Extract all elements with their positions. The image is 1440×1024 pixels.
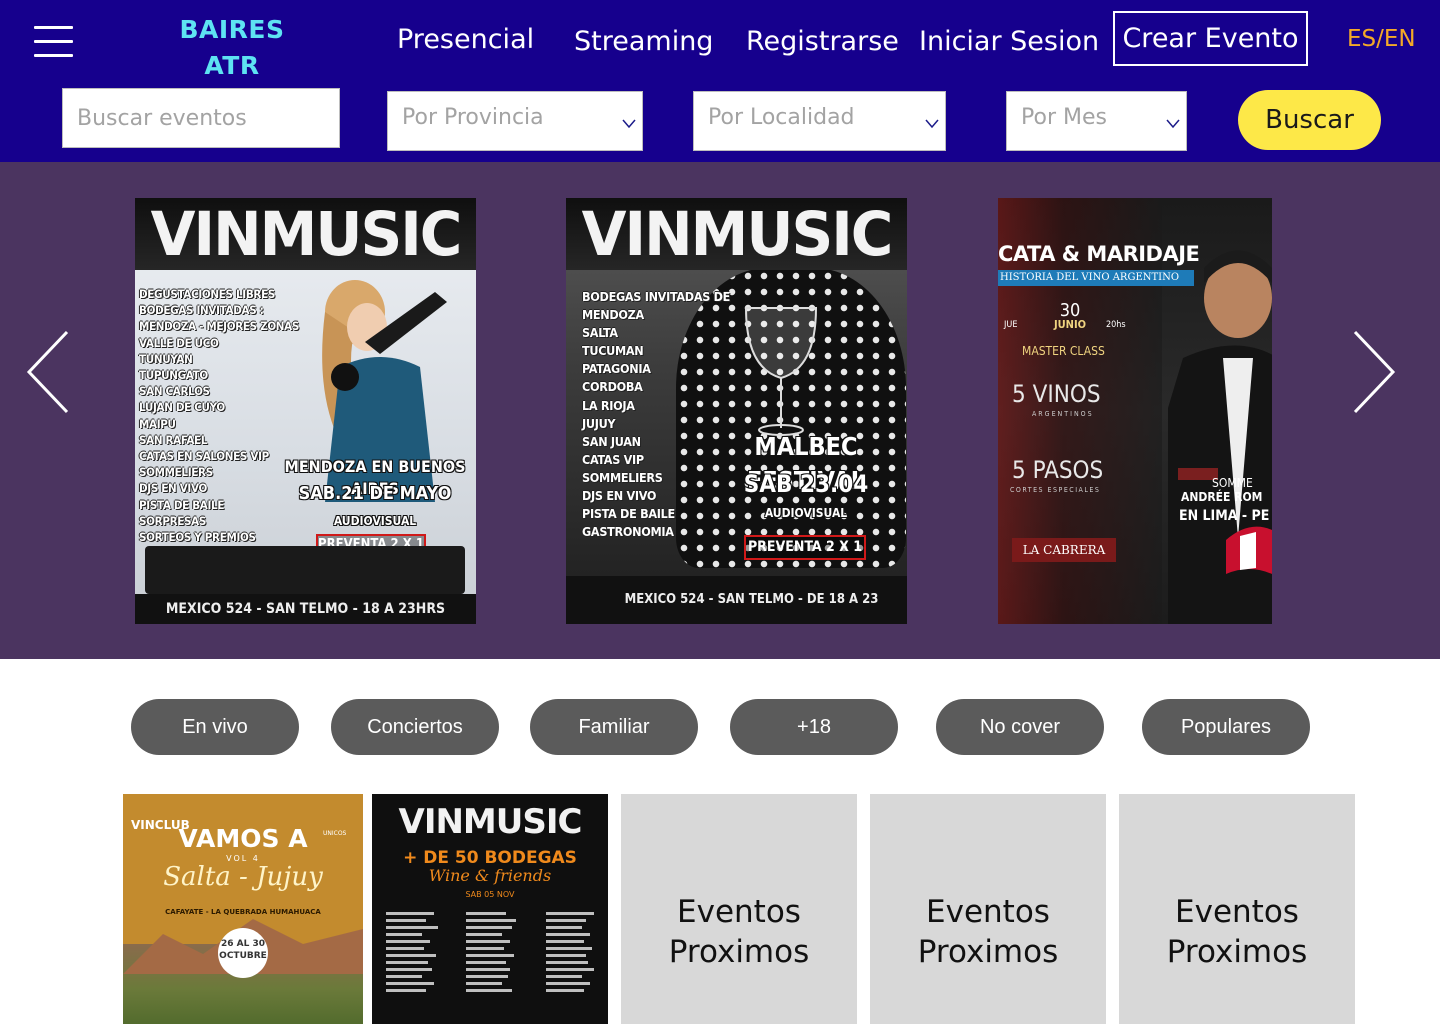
card-date: SAB 05 NOV: [465, 890, 515, 899]
logo-line-1: BAIRES: [179, 15, 285, 44]
province-select-label: Por Provincia: [402, 105, 544, 130]
poster-title: VINMUSIC: [581, 198, 894, 270]
nav-registrarse[interactable]: Registrarse: [746, 22, 899, 62]
poster-steps: 5 PASOS: [1012, 456, 1104, 484]
category-familiar[interactable]: Familiar: [530, 699, 698, 755]
locality-select[interactable]: Por Localidad: [693, 91, 946, 151]
event-carousel: VINMUSIC DEGUSTACIONES LIBRES BODEGAS IN…: [0, 162, 1440, 659]
poster-footer: MEXICO 524 - SAN TELMO - DE 18 A 23: [566, 576, 907, 624]
turntable-image: [145, 546, 465, 594]
poster-subline: AUDIOVISUAL: [764, 506, 848, 520]
carousel-slide-1[interactable]: VINMUSIC DEGUSTACIONES LIBRES BODEGAS IN…: [135, 198, 476, 624]
card-title: VINMUSIC: [398, 802, 583, 842]
chevron-down-icon: [622, 119, 636, 129]
upcoming-events-card[interactable]: Eventos Proximos: [870, 794, 1106, 1024]
peru-flag-icon: [1226, 526, 1272, 574]
category-no-cover[interactable]: No cover: [936, 699, 1104, 755]
card-places: CAFAYATE - LA QUEBRADA HUMAHUACA: [165, 908, 321, 916]
menu-icon[interactable]: [34, 26, 74, 60]
search-button[interactable]: Buscar: [1238, 90, 1381, 150]
category-populares[interactable]: Populares: [1142, 699, 1310, 755]
category-adults[interactable]: +18: [730, 699, 898, 755]
top-header: BAIRES ATR Presencial Streaming Registra…: [0, 0, 1440, 162]
chevron-down-icon: [925, 119, 939, 129]
poster-sommelier-role: SOMME: [1212, 476, 1253, 490]
category-en-vivo[interactable]: En vivo: [131, 699, 299, 755]
poster-wines-sub: ARGENTINOS: [1032, 410, 1094, 418]
nav-streaming[interactable]: Streaming: [574, 22, 713, 62]
language-toggle[interactable]: ES/EN: [1347, 22, 1416, 56]
chevron-left-icon[interactable]: [26, 330, 70, 414]
create-event-button[interactable]: Crear Evento: [1113, 11, 1308, 66]
card-title: VAMOS A: [178, 824, 308, 853]
card-script: Salta - Jujuy: [163, 862, 323, 892]
poster-class: MASTER CLASS: [1022, 344, 1105, 358]
event-card[interactable]: VINCLUB UNICOS VAMOS A VOL 4 Salta - Juj…: [123, 794, 363, 1024]
poster-weekday: JUE: [1004, 320, 1018, 330]
poster-list: DEGUSTACIONES LIBRES BODEGAS INVITADAS :…: [139, 287, 300, 545]
event-card[interactable]: VINMUSIC + DE 50 BODEGAS Wine & friends …: [372, 794, 608, 1024]
category-conciertos[interactable]: Conciertos: [331, 699, 499, 755]
poster-subtitle: HISTORIA DEL VINO ARGENTINO: [998, 270, 1194, 286]
upcoming-events-card[interactable]: Eventos Proximos: [621, 794, 857, 1024]
poster-title: CATA & MARIDAJE: [998, 242, 1200, 266]
month-select[interactable]: Por Mes: [1006, 91, 1187, 151]
upcoming-events-label: Eventos Proximos: [917, 894, 1059, 970]
poster-date: SAB 23.04: [743, 470, 869, 498]
chevron-down-icon: [1166, 119, 1180, 129]
event-poster: VINMUSIC BODEGAS INVITADAS DE MENDOZA SA…: [566, 198, 907, 624]
poster-wines: 5 VINOS: [1012, 380, 1101, 408]
poster-time: 20hs: [1106, 320, 1126, 330]
upcoming-events-card[interactable]: Eventos Proximos: [1119, 794, 1355, 1024]
poster-subline: AUDIOVISUAL: [333, 514, 417, 528]
card-headline: + DE 50 BODEGAS: [403, 848, 577, 868]
poster-venue: LA CABRERA: [1012, 538, 1116, 562]
nav-presencial[interactable]: Presencial: [397, 20, 534, 60]
bodega-list-image: [386, 912, 594, 992]
event-poster: CATA & MARIDAJE HISTORIA DEL VINO ARGENT…: [998, 198, 1272, 624]
poster-month: JUNIO: [1053, 318, 1087, 331]
search-input[interactable]: [62, 88, 340, 148]
event-poster: VINMUSIC DEGUSTACIONES LIBRES BODEGAS IN…: [135, 198, 476, 624]
site-logo[interactable]: BAIRES ATR: [172, 12, 292, 84]
poster-footer: MEXICO 524 - SAN TELMO - 18 A 23HRS: [135, 594, 476, 624]
carousel-slide-2[interactable]: VINMUSIC BODEGAS INVITADAS DE MENDOZA SA…: [566, 198, 907, 624]
locality-select-label: Por Localidad: [708, 105, 855, 130]
upcoming-events-label: Eventos Proximos: [1166, 894, 1308, 970]
poster-steps-sub: CORTES ESPECIALES: [1010, 486, 1101, 494]
wine-glass-image: [744, 307, 818, 436]
poster-list: BODEGAS INVITADAS DE MENDOZA SALTA TUCUM…: [582, 289, 731, 540]
month-select-label: Por Mes: [1021, 105, 1107, 130]
logo-line-2: ATR: [204, 51, 260, 80]
poster-sommelier-name: ANDRÉE ROM: [1181, 490, 1263, 504]
province-select[interactable]: Por Provincia: [387, 91, 643, 151]
nav-iniciar-sesion[interactable]: Iniciar Sesion: [919, 22, 1099, 62]
poster-date: SAB.21 DE MAYO: [298, 483, 452, 504]
poster-presale: PREVENTA 2 X 1: [744, 535, 866, 560]
chevron-right-icon[interactable]: [1352, 330, 1396, 414]
card-dates: 26 AL 30 OCTUBRE: [218, 928, 268, 978]
carousel-slide-3[interactable]: CATA & MARIDAJE HISTORIA DEL VINO ARGENT…: [998, 198, 1272, 624]
poster-title: VINMUSIC: [150, 198, 463, 270]
upcoming-events-label: Eventos Proximos: [668, 894, 810, 970]
card-script: Wine & friends: [428, 866, 552, 885]
